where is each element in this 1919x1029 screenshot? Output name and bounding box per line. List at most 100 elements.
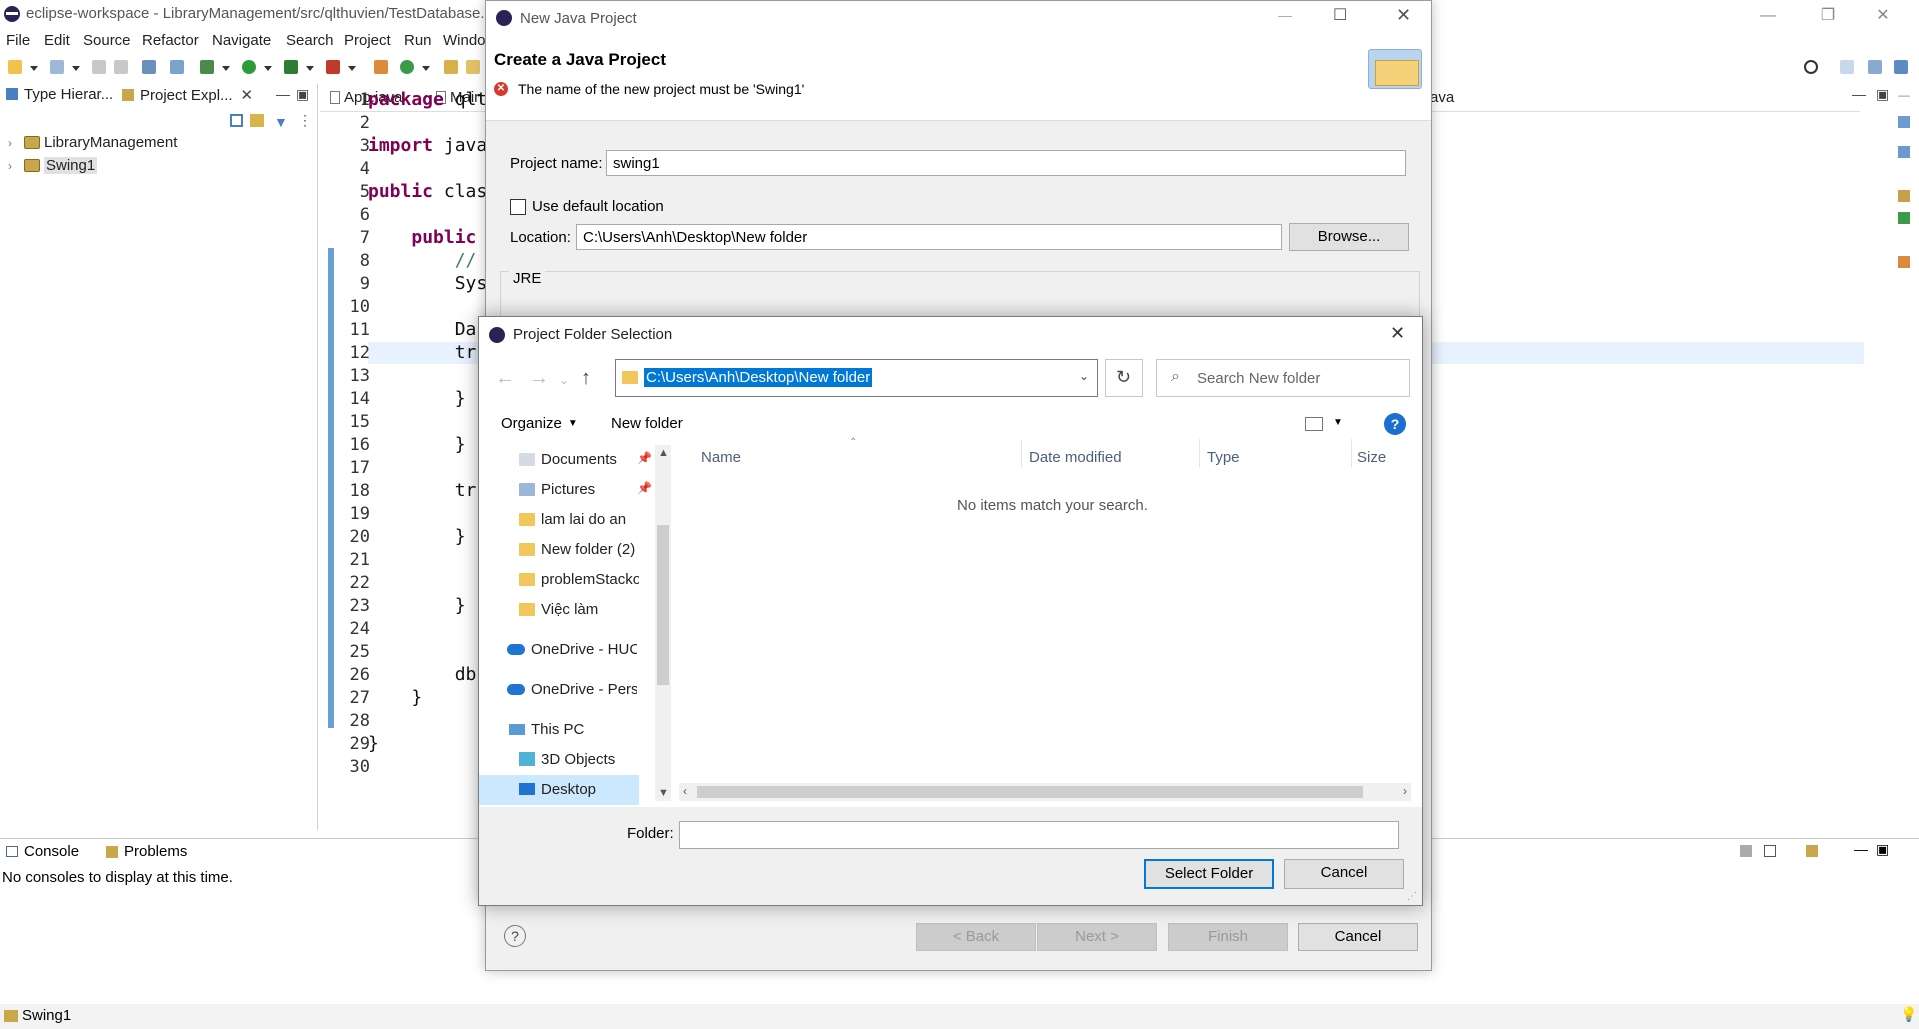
coverage-icon[interactable] xyxy=(284,60,298,74)
restore-button[interactable]: ❐ xyxy=(1805,2,1851,30)
close-window-button[interactable]: ✕ xyxy=(1860,2,1906,30)
column-divider[interactable] xyxy=(1021,439,1022,467)
tab-type-hierarchy[interactable]: Type Hierar... xyxy=(6,86,113,108)
minimize-view-icon[interactable]: — xyxy=(276,86,290,102)
search-input[interactable]: ⌕ Search New folder xyxy=(1156,359,1410,397)
tab-problems[interactable]: Problems xyxy=(106,843,187,860)
select-folder-button[interactable]: Select Folder xyxy=(1144,859,1274,889)
organize-menu[interactable]: Organize ▼ xyxy=(501,415,578,432)
code-line[interactable]: package qlt xyxy=(368,89,487,110)
chevron-down-icon[interactable] xyxy=(264,66,272,71)
menu-project[interactable]: Project xyxy=(344,32,391,49)
close-button[interactable]: ✕ xyxy=(1390,323,1405,344)
pin-icon[interactable]: 📌 xyxy=(637,481,652,495)
chevron-down-icon[interactable] xyxy=(306,66,314,71)
code-line[interactable]: } xyxy=(368,595,466,616)
back-button[interactable]: < Back xyxy=(916,923,1036,951)
pin-console-icon[interactable] xyxy=(1740,845,1752,857)
nav-item-this-pc[interactable]: This PC xyxy=(509,721,584,738)
minimize-button[interactable]: — xyxy=(1745,2,1791,30)
view-options-icon[interactable] xyxy=(1305,417,1323,431)
outline-icon[interactable] xyxy=(1898,116,1910,128)
address-bar[interactable]: C:\Users\Anh\Desktop\New folder ⌄ xyxy=(615,359,1098,397)
chevron-down-icon[interactable] xyxy=(222,66,230,71)
help-button[interactable]: ? xyxy=(504,925,526,947)
nav-item-documents[interactable]: Documents xyxy=(519,451,617,468)
chevron-down-icon[interactable]: ⌄ xyxy=(1079,369,1089,383)
filter-icon[interactable]: ▼ xyxy=(274,114,288,130)
open-task-icon[interactable] xyxy=(444,60,458,74)
code-line[interactable]: } xyxy=(368,526,466,547)
java-ee-perspective-icon[interactable] xyxy=(1868,60,1882,74)
tree-item-swing1[interactable]: › Swing1 xyxy=(8,157,98,174)
menu-refactor[interactable]: Refactor xyxy=(142,32,199,49)
cancel-button[interactable]: Cancel xyxy=(1298,923,1418,951)
java-perspective-icon[interactable] xyxy=(1894,60,1908,74)
horizontal-scrollbar[interactable]: ‹ › xyxy=(679,783,1411,801)
refresh-button[interactable]: ↻ xyxy=(1105,359,1143,397)
nav-item-onedrive-huce[interactable]: OneDrive - HUCE xyxy=(507,641,637,658)
save-all-icon[interactable] xyxy=(114,60,128,74)
close-button[interactable]: ✕ xyxy=(1396,5,1411,26)
console-icon[interactable] xyxy=(142,60,156,74)
minimize-button[interactable]: — xyxy=(1278,7,1292,23)
nav-scrollbar[interactable]: ▲ ▼ xyxy=(655,445,671,801)
column-date-modified[interactable]: Date modified xyxy=(1029,449,1122,466)
address-text[interactable]: C:\Users\Anh\Desktop\New folder xyxy=(644,368,873,387)
menu-navigate[interactable]: Navigate xyxy=(212,32,271,49)
code-line[interactable]: Da xyxy=(368,319,477,340)
code-line[interactable]: import java xyxy=(368,135,487,156)
javadoc-icon[interactable] xyxy=(1898,190,1910,202)
nav-item-new-folder-2[interactable]: New folder (2) xyxy=(519,541,635,558)
link-with-editor-icon[interactable] xyxy=(250,114,264,127)
help-icon[interactable]: ? xyxy=(1384,413,1406,435)
code-line[interactable]: Sys xyxy=(368,273,488,294)
external-tools-icon[interactable] xyxy=(326,60,340,74)
code-line[interactable]: public xyxy=(368,227,476,248)
nav-item-onedrive-personal[interactable]: OneDrive - Person xyxy=(507,681,637,698)
maximize-view-icon[interactable]: ▣ xyxy=(1876,86,1889,103)
maximize-button[interactable]: ☐ xyxy=(1333,5,1347,25)
lightbulb-icon[interactable]: 💡 xyxy=(1900,1006,1917,1023)
up-arrow-icon[interactable]: ↑ xyxy=(581,367,591,390)
search-icon[interactable] xyxy=(466,60,480,74)
chevron-right-icon[interactable]: › xyxy=(8,159,18,173)
recent-locations-icon[interactable]: ⌄ xyxy=(559,373,569,387)
code-line[interactable]: // xyxy=(368,250,477,271)
scroll-thumb[interactable] xyxy=(697,786,1363,798)
maximize-view-icon[interactable]: ▣ xyxy=(1876,841,1889,858)
debug-icon[interactable] xyxy=(200,60,214,74)
collapse-all-icon[interactable] xyxy=(230,114,243,127)
nav-item-pictures[interactable]: Pictures xyxy=(519,481,595,498)
open-type-icon[interactable] xyxy=(50,60,64,74)
next-button[interactable]: Next > xyxy=(1037,923,1157,951)
forward-arrow-icon[interactable]: → xyxy=(529,367,549,390)
menu-search[interactable]: Search xyxy=(286,32,334,49)
chevron-down-icon[interactable] xyxy=(422,66,430,71)
back-arrow-icon[interactable]: ← xyxy=(495,367,515,390)
checkbox-box[interactable] xyxy=(510,198,526,215)
browse-button[interactable]: Browse... xyxy=(1289,223,1409,251)
chevron-right-icon[interactable]: › xyxy=(8,136,18,150)
new-folder-button[interactable]: New folder xyxy=(611,415,683,432)
project-name-input[interactable]: swing1 xyxy=(606,150,1406,176)
chevron-down-icon[interactable] xyxy=(348,66,356,71)
column-name[interactable]: Name xyxy=(701,449,741,466)
code-line[interactable]: tr xyxy=(368,480,477,501)
nav-item-problemstackov[interactable]: problemStackov xyxy=(519,571,639,588)
scroll-right-icon[interactable]: › xyxy=(1403,784,1407,798)
servers-icon[interactable] xyxy=(1898,256,1910,268)
display-console-icon[interactable] xyxy=(1764,845,1776,857)
folder-input[interactable] xyxy=(679,821,1399,849)
open-console-icon[interactable] xyxy=(1806,845,1818,857)
minimize-view-icon[interactable]: — xyxy=(1852,86,1866,102)
skip-breakpoints-icon[interactable] xyxy=(170,60,184,74)
open-perspective-icon[interactable] xyxy=(1840,60,1854,74)
chevron-down-icon[interactable] xyxy=(72,66,80,71)
use-default-location-checkbox[interactable]: Use default location xyxy=(510,198,664,215)
resize-grip-icon[interactable]: ⋰ xyxy=(1407,891,1417,902)
scroll-down-icon[interactable]: ▼ xyxy=(658,787,669,799)
nav-item-viec-lam[interactable]: Việc làm xyxy=(519,601,598,618)
minimize-icon[interactable]: — xyxy=(1898,88,1910,102)
code-line[interactable]: } xyxy=(368,434,466,455)
